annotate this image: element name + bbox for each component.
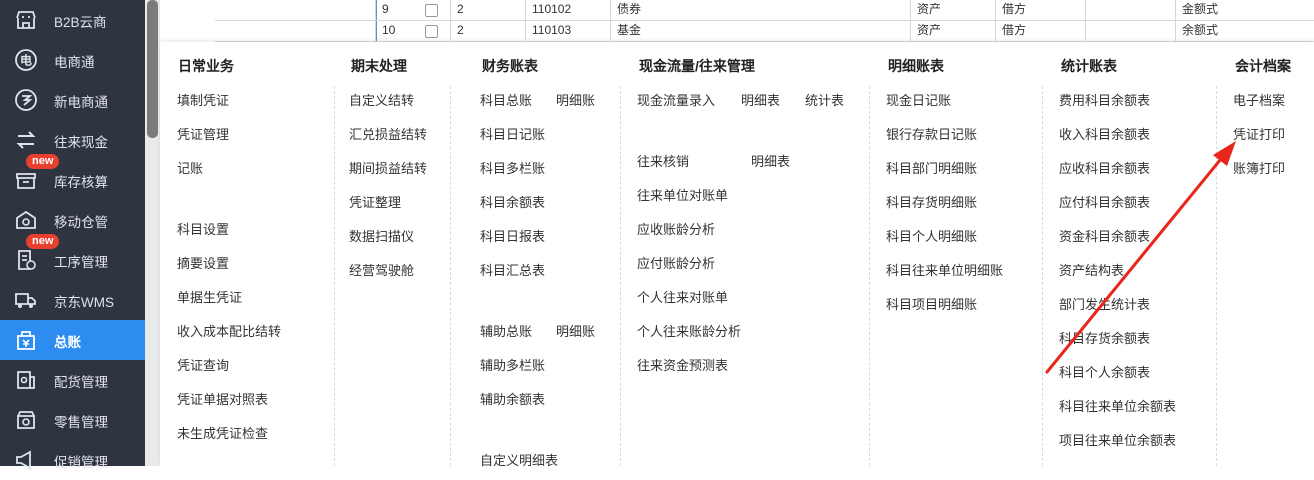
red-annotation-arrow-icon xyxy=(1045,141,1236,374)
